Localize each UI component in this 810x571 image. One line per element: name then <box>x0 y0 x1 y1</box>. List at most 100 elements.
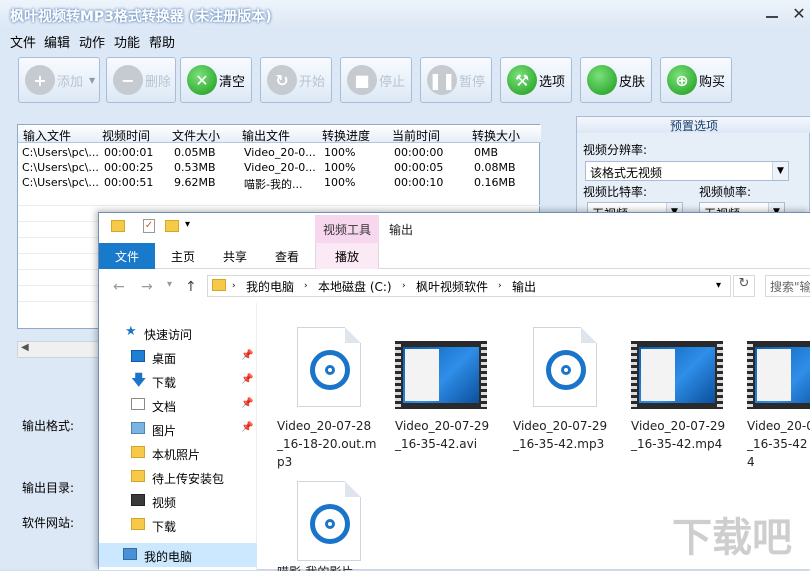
tab-view[interactable]: 查看 <box>275 248 299 265</box>
computer-icon <box>123 548 137 560</box>
breadcrumb-separator-icon: › <box>232 281 236 291</box>
pin-icon[interactable]: 📌 <box>241 350 253 361</box>
picture-icon <box>131 422 145 434</box>
scroll-left-icon[interactable]: ◀ <box>21 342 29 353</box>
folder-icon <box>131 446 145 458</box>
document-icon <box>131 398 145 410</box>
table-header: 输入文件 视频时间 文件大小 输出文件 转换进度 当前时间 转换大小 <box>18 125 541 143</box>
menu-file[interactable]: 文件 <box>10 32 36 51</box>
framerate-label: 视频帧率: <box>699 185 752 199</box>
refresh-icon: ↻ <box>267 65 297 95</box>
nav-pictures[interactable]: 图片 📌 <box>99 417 257 441</box>
resolution-label: 视频分辨率: <box>583 143 648 157</box>
breadcrumb-output[interactable]: 输出 <box>512 278 536 295</box>
video-thumbnail-icon <box>747 341 810 409</box>
folder-icon <box>131 518 145 530</box>
cart-icon: ⊕ <box>667 65 697 95</box>
folder-icon[interactable] <box>111 220 125 232</box>
skin-button[interactable]: 皮肤 <box>580 57 652 103</box>
col-video-time[interactable]: 视频时间 <box>102 127 150 144</box>
resolution-select[interactable]: 该格式无视频 ▼ <box>585 161 789 181</box>
nav-upload-packages[interactable]: 待上传安装包 <box>99 465 257 489</box>
menu-help[interactable]: 帮助 <box>149 32 175 51</box>
add-button[interactable]: + 添加 ▼ <box>18 57 100 103</box>
table-row[interactable]: C:\Users\pc\... 00:00:25 0.53MB Video_20… <box>18 160 541 175</box>
forward-icon[interactable]: → <box>141 279 153 295</box>
file-item[interactable]: Video_20-07-29 _16-35-42.mp4 <box>631 321 741 481</box>
file-item[interactable]: Video_20-07-28 _16-18-20.out.m p3 <box>277 321 387 481</box>
navigation-pane: ★ 快速访问 桌面 📌 🡇 下载 📌 文档 📌 图片 📌 本机照片 待上传安装包… <box>99 303 257 570</box>
refresh-icon[interactable]: ↻ <box>733 275 755 297</box>
col-converted-size[interactable]: 转换大小 <box>472 127 520 144</box>
pin-icon[interactable]: 📌 <box>241 422 253 433</box>
nav-videos[interactable]: 视频 <box>99 489 257 513</box>
folder-icon <box>212 279 226 291</box>
file-item[interactable]: 喵影-我的影片 <box>277 475 387 571</box>
dropdown-arrow-icon[interactable]: ▼ <box>89 76 95 85</box>
col-current-time[interactable]: 当前时间 <box>392 127 440 144</box>
breadcrumb-software-folder[interactable]: 枫叶视频软件 <box>416 278 488 295</box>
tab-play[interactable]: 播放 <box>315 243 379 269</box>
nav-download-folder[interactable]: 下载 <box>99 513 257 537</box>
table-row[interactable]: C:\Users\pc\... 00:00:01 0.05MB Video_20… <box>18 145 541 160</box>
menu-edit[interactable]: 编辑 <box>44 32 70 51</box>
menu-function[interactable]: 功能 <box>114 32 140 51</box>
breadcrumb-separator-icon: › <box>498 281 502 291</box>
tab-share[interactable]: 共享 <box>223 248 247 265</box>
pin-icon[interactable]: 📌 <box>241 398 253 409</box>
pause-icon: ❚❚ <box>427 65 457 95</box>
nav-quick-access[interactable]: ★ 快速访问 <box>99 321 257 345</box>
breadcrumb-my-computer[interactable]: 我的电脑 <box>246 278 294 295</box>
buy-button[interactable]: ⊕ 购买 <box>660 57 732 103</box>
menu-bar: 文件 编辑 动作 功能 帮助 <box>0 30 810 52</box>
clear-button[interactable]: ✕ 清空 <box>180 57 252 103</box>
address-bar-row: ← → ▾ ↑ › 我的电脑 › 本地磁盘 (C:) › 枫叶视频软件 › 输出… <box>99 270 810 302</box>
back-icon[interactable]: ← <box>113 279 125 295</box>
stop-icon: ■ <box>347 65 377 95</box>
recent-dropdown-icon[interactable]: ▾ <box>167 279 172 290</box>
col-input-file[interactable]: 输入文件 <box>23 127 71 144</box>
desktop-icon <box>131 350 145 362</box>
breadcrumb-separator-icon: › <box>402 281 406 291</box>
nav-desktop[interactable]: 桌面 📌 <box>99 345 257 369</box>
quick-access-toolbar: ✓ ▾ 视频工具 输出 <box>99 213 810 243</box>
stop-button[interactable]: ■ 停止 <box>340 57 412 103</box>
address-bar[interactable]: › 我的电脑 › 本地磁盘 (C:) › 枫叶视频软件 › 输出 ▾ <box>207 275 731 297</box>
mp3-file-icon <box>297 327 361 407</box>
file-item[interactable]: Video_20-07-29 _16-35-42 4 <box>747 321 810 481</box>
nav-my-computer[interactable]: 我的电脑 <box>99 543 257 567</box>
col-file-size[interactable]: 文件大小 <box>172 127 220 144</box>
file-item[interactable]: Video_20-07-29 _16-35-42.avi <box>395 321 505 481</box>
search-input[interactable]: 搜索"输 <box>765 275 810 297</box>
col-progress[interactable]: 转换进度 <box>322 127 370 144</box>
col-output-file[interactable]: 输出文件 <box>242 127 290 144</box>
table-row[interactable]: C:\Users\pc\... 00:00:51 9.62MB 喵影-我的...… <box>18 175 541 191</box>
close-icon[interactable]: ✕ <box>790 4 808 23</box>
properties-icon[interactable]: ✓ <box>143 219 155 233</box>
start-button[interactable]: ↻ 开始 <box>260 57 332 103</box>
pause-button[interactable]: ❚❚ 暂停 <box>420 57 492 103</box>
preset-panel: 预置选项 视频分辨率: 该格式无视频 ▼ 视频比特率: 视频帧率: 无视频 ▼ … <box>576 116 810 226</box>
pin-icon[interactable]: 📌 <box>241 374 253 385</box>
output-settings: 输出格式: 输出目录: 软件网站: <box>10 384 100 569</box>
clear-icon: ✕ <box>187 65 217 95</box>
row-divider <box>18 205 541 206</box>
address-dropdown-icon[interactable]: ▾ <box>716 280 721 291</box>
tab-home[interactable]: 主页 <box>171 248 195 265</box>
nav-documents[interactable]: 文档 📌 <box>99 393 257 417</box>
options-button[interactable]: ⚒ 选项 <box>500 57 572 103</box>
new-folder-icon[interactable] <box>165 220 179 232</box>
tab-file[interactable]: 文件 <box>99 243 155 269</box>
nav-local-photos[interactable]: 本机照片 <box>99 441 257 465</box>
minimize-icon[interactable] <box>766 16 778 18</box>
menu-action[interactable]: 动作 <box>79 32 105 51</box>
video-thumbnail-icon <box>395 341 487 409</box>
qat-dropdown-icon[interactable]: ▾ <box>185 219 190 230</box>
plus-icon: + <box>25 65 55 95</box>
up-icon[interactable]: ↑ <box>185 279 197 295</box>
nav-downloads[interactable]: 🡇 下载 📌 <box>99 369 257 393</box>
delete-button[interactable]: − 删除 <box>106 57 176 103</box>
bitrate-label: 视频比特率: <box>583 185 648 199</box>
breadcrumb-local-disk[interactable]: 本地磁盘 (C:) <box>318 278 392 295</box>
file-item[interactable]: Video_20-07-29 _16-35-42.mp3 <box>513 321 623 481</box>
